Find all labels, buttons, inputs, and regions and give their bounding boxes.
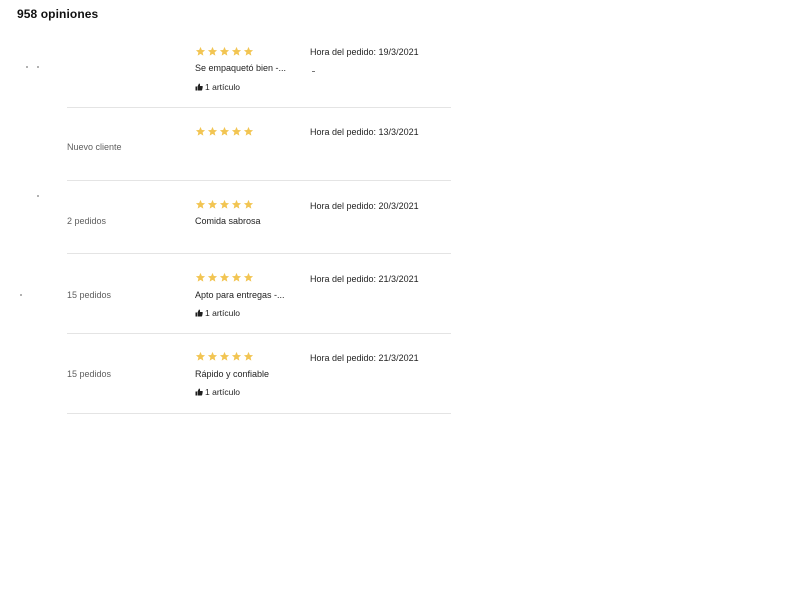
- star-rating: [195, 46, 254, 57]
- star-rating: [195, 126, 254, 137]
- ordered-items[interactable]: 1 artículo: [195, 387, 240, 397]
- customer-meta: 2 pedidos: [67, 216, 107, 226]
- ordered-items-label: 1 artículo: [205, 308, 240, 318]
- star-icon: [207, 199, 218, 210]
- thumbs-up-icon: [195, 388, 203, 396]
- star-rating: [195, 351, 254, 362]
- star-icon: [195, 126, 206, 137]
- star-icon: [219, 351, 230, 362]
- avatar-placeholder: [37, 66, 39, 68]
- order-time: Hora del pedido: 20/3/2021: [310, 201, 419, 211]
- review-comment: Comida sabrosa: [195, 216, 261, 226]
- star-rating: [195, 272, 254, 283]
- star-icon: [207, 46, 218, 57]
- star-rating: [195, 199, 254, 210]
- customer-meta: Nuevo cliente: [67, 142, 122, 152]
- review-comment: Rápido y confiable: [195, 369, 270, 379]
- star-icon: [243, 272, 254, 283]
- star-icon: [243, 199, 254, 210]
- customer-meta: 15 pedidos: [67, 369, 112, 379]
- star-icon: [207, 272, 218, 283]
- star-icon: [231, 199, 242, 210]
- order-time: Hora del pedido: 21/3/2021: [310, 274, 419, 284]
- star-icon: [231, 351, 242, 362]
- customer-meta: 15 pedidos: [67, 290, 112, 300]
- star-icon: [195, 351, 206, 362]
- star-icon: [207, 126, 218, 137]
- reviews-page: 958 opiniones Se empaquetó bien -... 1 a…: [0, 0, 800, 600]
- star-icon: [231, 126, 242, 137]
- star-icon: [195, 272, 206, 283]
- star-icon: [195, 199, 206, 210]
- avatar-placeholder: [20, 294, 22, 296]
- ordered-items[interactable]: 1 artículo: [195, 308, 240, 318]
- ordered-items-label: 1 artículo: [205, 82, 240, 92]
- order-time: Hora del pedido: 13/3/2021: [310, 127, 419, 137]
- thumbs-up-icon: [195, 309, 203, 317]
- star-icon: [231, 272, 242, 283]
- review-divider: [67, 180, 451, 181]
- avatar-placeholder: [26, 66, 28, 68]
- star-icon: [243, 126, 254, 137]
- star-icon: [231, 46, 242, 57]
- review-divider: [67, 413, 451, 414]
- review-count-heading: 958 opiniones: [17, 7, 99, 21]
- star-icon: [195, 46, 206, 57]
- review-divider: [67, 333, 451, 334]
- ordered-items-label: 1 artículo: [205, 387, 240, 397]
- order-time: Hora del pedido: 19/3/2021: [310, 47, 419, 57]
- review-divider: [67, 253, 451, 254]
- order-time: Hora del pedido: 21/3/2021: [310, 353, 419, 363]
- avatar-placeholder: [37, 195, 39, 197]
- star-icon: [207, 351, 218, 362]
- star-icon: [219, 126, 230, 137]
- star-icon: [219, 199, 230, 210]
- star-icon: [219, 46, 230, 57]
- thumbs-up-icon: [195, 83, 203, 91]
- ordered-items[interactable]: 1 artículo: [195, 82, 240, 92]
- divider-mark: [312, 71, 315, 72]
- star-icon: [243, 46, 254, 57]
- review-comment[interactable]: Apto para entregas -...: [195, 290, 285, 300]
- star-icon: [243, 351, 254, 362]
- review-comment[interactable]: Se empaquetó bien -...: [195, 63, 286, 73]
- star-icon: [219, 272, 230, 283]
- review-divider: [67, 107, 451, 108]
